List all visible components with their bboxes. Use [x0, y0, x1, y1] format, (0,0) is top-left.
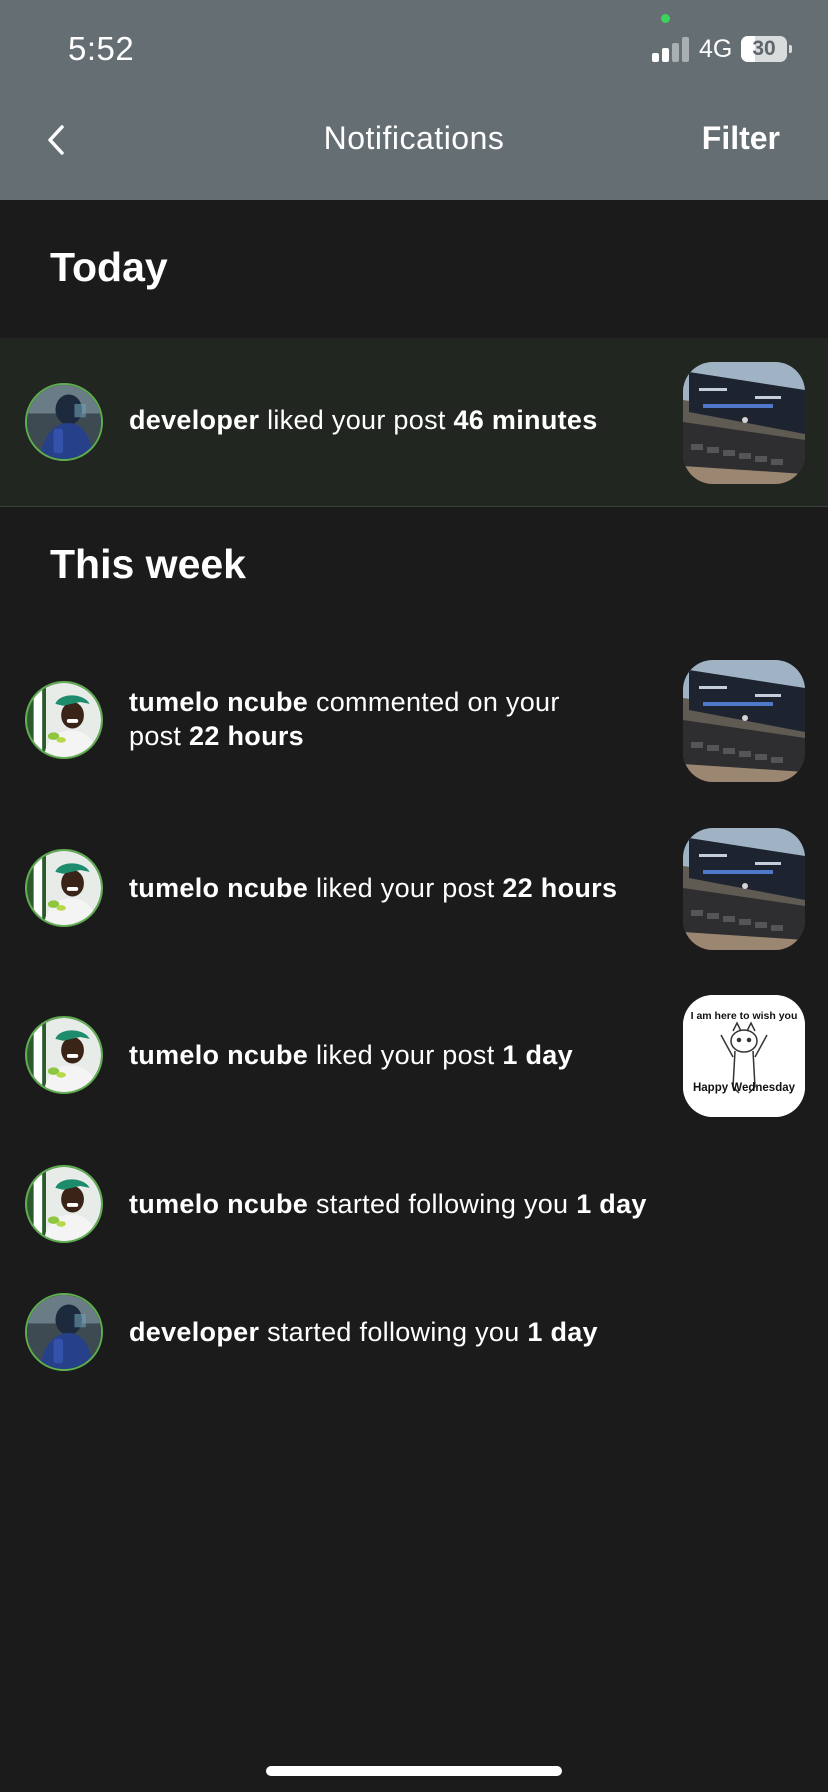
notification-item[interactable]: developer liked your post 46 minutes: [0, 338, 828, 506]
laptop-photo-image: [683, 828, 805, 950]
notification-user[interactable]: developer: [129, 1317, 259, 1347]
notification-time: 46 minutes: [453, 405, 598, 435]
post-thumbnail[interactable]: [683, 828, 805, 950]
notification-user[interactable]: tumelo ncube: [129, 873, 308, 903]
developer-avatar[interactable]: [25, 383, 103, 461]
notification-time: 1 day: [502, 1040, 573, 1070]
post-thumbnail[interactable]: I am here to wish you Happy Wednesday: [683, 995, 805, 1117]
avatar-image: [27, 1295, 101, 1369]
cellular-signal-icon: [652, 36, 690, 62]
notification-action: started following you: [315, 1189, 569, 1219]
notification-user[interactable]: tumelo ncube: [129, 1040, 308, 1070]
avatar-image: [27, 683, 101, 757]
notification-time: 1 day: [527, 1317, 598, 1347]
camera-indicator-dot: [661, 14, 670, 23]
tumelo-avatar[interactable]: [25, 681, 103, 759]
notification-action: commented on your: [315, 687, 560, 717]
notification-time: 22 hours: [189, 721, 304, 751]
notification-text: developer liked your post 46 minutes: [129, 403, 598, 437]
post-thumbnail[interactable]: [683, 362, 805, 484]
notification-text: tumelo ncube commented on your post 22 h…: [129, 685, 609, 753]
notification-action: liked your post: [315, 1040, 495, 1070]
avatar-image: [27, 851, 101, 925]
tumelo-avatar[interactable]: [25, 1165, 103, 1243]
notification-text: tumelo ncube liked your post 22 hours: [129, 871, 617, 905]
home-indicator[interactable]: [266, 1766, 562, 1776]
meme-image: I am here to wish you Happy Wednesday: [683, 995, 805, 1117]
avatar-image: [27, 1018, 101, 1092]
status-time: 5:52: [68, 30, 135, 67]
laptop-photo-image: [683, 660, 805, 782]
notification-time: 22 hours: [502, 873, 618, 903]
notification-user[interactable]: tumelo ncube: [129, 687, 308, 717]
meme-top-text: I am here to wish you: [691, 1010, 798, 1022]
notification-item[interactable]: tumelo ncube started following you 1 day: [0, 1162, 828, 1262]
notification-action: liked your post: [267, 405, 446, 435]
post-thumbnail[interactable]: [683, 660, 805, 782]
avatar-image: [27, 385, 101, 459]
notification-time: 1 day: [576, 1189, 647, 1219]
avatar-image: [27, 1167, 101, 1241]
battery-cap: [789, 45, 792, 53]
notification-item[interactable]: developer started following you 1 day: [0, 1290, 828, 1390]
section-title-today: Today: [50, 244, 168, 290]
meme-bottom-text: Happy Wednesday: [693, 1082, 796, 1094]
top-bar: 5:52 4G 30 Notifications Filter: [0, 0, 828, 200]
notification-item[interactable]: tumelo ncube liked your post 22 hours: [0, 828, 828, 950]
notification-action: started following you: [267, 1317, 520, 1347]
tumelo-avatar[interactable]: [25, 1016, 103, 1094]
battery-icon: 30: [741, 36, 787, 62]
notification-action: liked your post: [315, 873, 495, 903]
notification-text: tumelo ncube liked your post 1 day: [129, 1038, 573, 1072]
notification-item[interactable]: tumelo ncube commented on your post 22 h…: [0, 660, 828, 782]
section-title-this-week: This week: [50, 541, 246, 587]
notification-user[interactable]: developer: [129, 405, 259, 435]
tumelo-avatar[interactable]: [25, 849, 103, 927]
notification-item[interactable]: tumelo ncube liked your post 1 day I am …: [0, 995, 828, 1117]
laptop-photo-image: [683, 362, 805, 484]
notification-text: tumelo ncube started following you 1 day: [129, 1187, 647, 1221]
notification-action-continued: post: [129, 721, 182, 751]
notification-text: developer started following you 1 day: [129, 1315, 598, 1349]
filter-button[interactable]: Filter: [702, 120, 780, 157]
battery-percentage: 30: [752, 37, 776, 60]
notification-user[interactable]: tumelo ncube: [129, 1189, 308, 1219]
network-type: 4G: [699, 35, 733, 63]
developer-avatar[interactable]: [25, 1293, 103, 1371]
